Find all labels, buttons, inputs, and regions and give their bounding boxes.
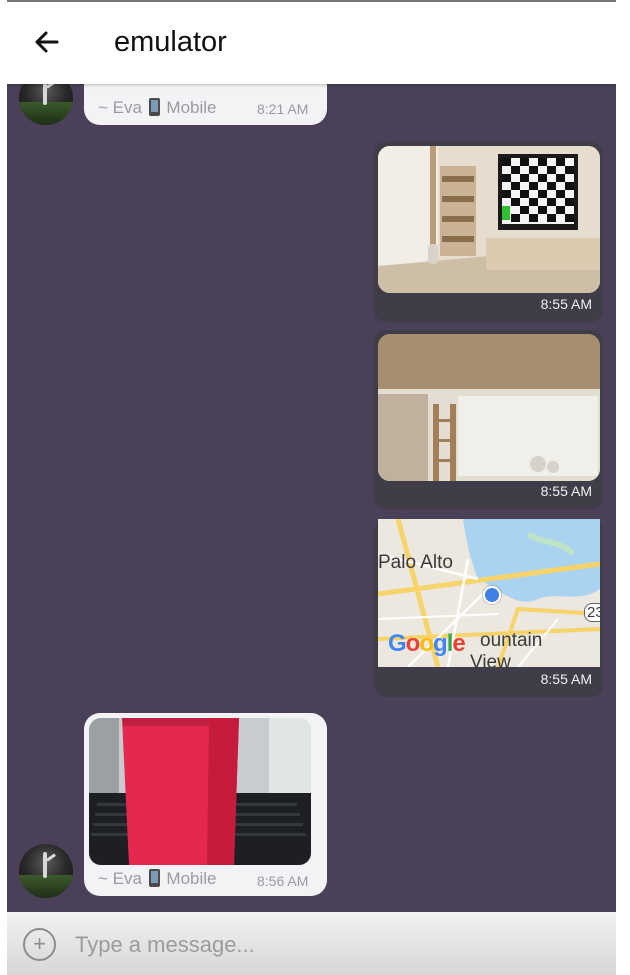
message-input[interactable]	[73, 926, 597, 964]
red-cup-illustration	[89, 718, 311, 865]
sender-avatar[interactable]	[19, 844, 73, 898]
svg-text:Google: Google	[388, 630, 465, 657]
sender-device: Mobile	[166, 98, 217, 117]
shared-photo-room-window[interactable]	[378, 334, 600, 481]
message-time: 8:55 AM	[540, 671, 592, 687]
message-sender-meta: ~ Eva Mobile	[98, 98, 217, 118]
add-attachment-button[interactable]: +	[23, 928, 56, 961]
sender-name: ~ Eva	[98, 98, 142, 117]
app-bar: emulator	[7, 2, 616, 84]
arrow-left-icon	[35, 31, 59, 53]
message-time: 8:55 AM	[540, 296, 592, 312]
map-label-highway: 23	[584, 603, 600, 622]
message-time: 8:55 AM	[540, 483, 592, 499]
location-map[interactable]: Palo Alto ountain View 23 Google	[378, 519, 600, 667]
chat-screen: emulator ~ Eva Mobile 8:21 AM 8:55 AM 8:…	[7, 0, 616, 975]
map-label-mountain: ountain	[480, 630, 543, 651]
message-time: 8:21 AM	[257, 101, 309, 117]
outgoing-location-message[interactable]: Palo Alto ountain View 23 Google 8:55 AM	[374, 519, 603, 697]
message-composer: +	[7, 912, 616, 975]
message-time: 8:56 AM	[257, 873, 309, 889]
outgoing-image-message[interactable]: 8:55 AM	[374, 330, 603, 509]
plus-circle-icon: +	[33, 931, 46, 956]
room-window-illustration	[378, 334, 600, 481]
outgoing-image-message[interactable]: 8:55 AM	[374, 142, 603, 322]
back-button[interactable]	[29, 24, 65, 60]
map-label-palo-alto: Palo Alto	[378, 552, 453, 573]
shared-photo-red-cup[interactable]	[89, 718, 311, 865]
incoming-image-message[interactable]: ~ Eva Mobile 8:56 AM	[84, 713, 327, 896]
chat-title: emulator	[114, 26, 227, 58]
room-tv-illustration	[378, 146, 600, 293]
google-wordmark: Google	[388, 630, 466, 657]
message-sender-meta: ~ Eva Mobile	[98, 869, 217, 889]
google-logo: Google	[388, 629, 478, 665]
shared-photo-room-tv[interactable]	[378, 146, 600, 293]
phone-icon	[148, 98, 160, 116]
sender-name: ~ Eva	[98, 869, 142, 888]
location-pin	[483, 586, 501, 604]
sender-device: Mobile	[166, 869, 217, 888]
phone-icon	[148, 869, 160, 887]
